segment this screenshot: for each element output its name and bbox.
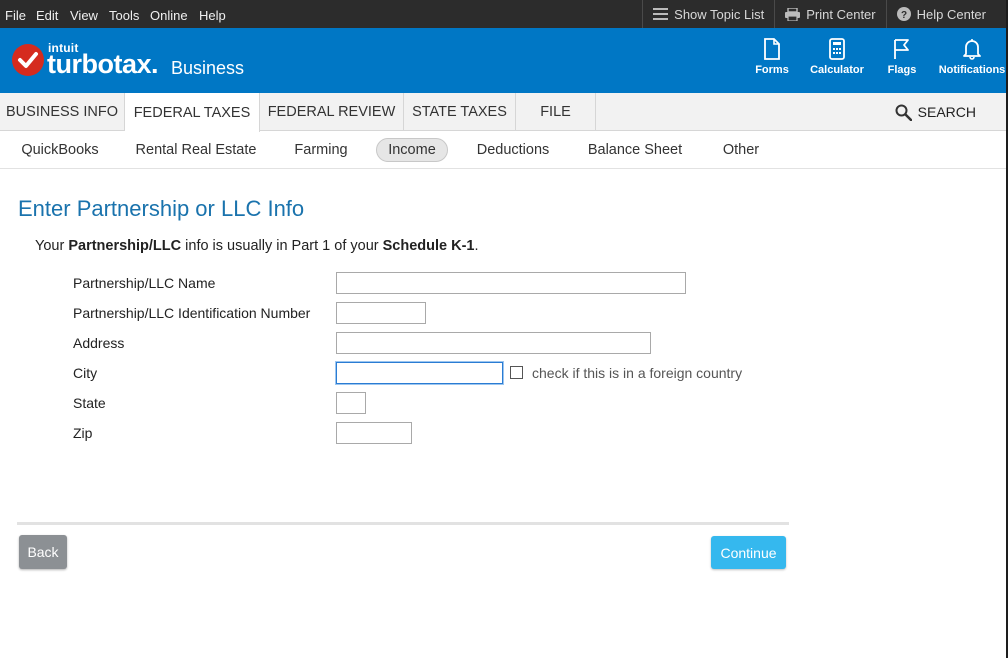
back-button[interactable]: Back [19, 535, 67, 569]
page-title: Enter Partnership or LLC Info [18, 196, 305, 221]
subtab-quickbooks[interactable]: QuickBooks [14, 138, 106, 162]
menu-file[interactable]: File [5, 8, 26, 23]
printer-icon [785, 7, 801, 21]
list-icon [653, 8, 669, 20]
tab-state-taxes[interactable]: STATE TAXES [404, 93, 516, 131]
help-icon: ? [896, 7, 911, 21]
app-header: intuit turbotax. Business Forms Calculat… [0, 28, 1006, 93]
subtab-balance-sheet[interactable]: Balance Sheet [582, 138, 688, 162]
menu-view[interactable]: View [70, 8, 98, 23]
intro-text: Your Partnership/LLC info is usually in … [35, 238, 479, 254]
notifications-label: Notifications [938, 64, 1006, 76]
partnership-ein-label: Partnership/LLC Identification Number [73, 305, 311, 321]
tab-federal-taxes[interactable]: FEDERAL TAXES [125, 93, 260, 132]
menubar-actions: Show Topic List Print Center ? Help Cent… [642, 0, 1008, 28]
intro-mid: info is usually in Part 1 of your [181, 238, 383, 254]
svg-text:?: ? [901, 10, 907, 21]
document-icon [764, 38, 780, 60]
brand-product: Business [171, 58, 245, 78]
forms-label: Forms [755, 64, 789, 76]
help-center-button[interactable]: ? Help Center [885, 0, 1008, 28]
menu-edit[interactable]: Edit [36, 8, 58, 23]
tab-file[interactable]: FILE [516, 93, 596, 131]
intro-end: . [474, 238, 479, 254]
address-input[interactable] [336, 332, 651, 354]
calculator-icon [829, 38, 845, 60]
menu-tools[interactable]: Tools [109, 8, 139, 23]
state-input[interactable] [336, 392, 366, 414]
partnership-name-label: Partnership/LLC Name [73, 275, 216, 291]
tab-business-info[interactable]: BUSINESS INFO [0, 93, 125, 131]
calculator-button[interactable]: Calculator [802, 38, 872, 84]
tab-federal-review[interactable]: FEDERAL REVIEW [260, 93, 404, 131]
flag-icon [894, 39, 909, 59]
forms-button[interactable]: Forms [737, 38, 807, 84]
menu-online[interactable]: Online [150, 8, 188, 23]
footer-divider [17, 522, 789, 525]
city-input[interactable] [336, 362, 503, 384]
search-button[interactable]: SEARCH [895, 93, 976, 131]
zip-label: Zip [73, 425, 93, 441]
bell-icon [963, 39, 981, 60]
sub-tabs: QuickBooks Rental Real Estate Farming In… [0, 131, 1006, 169]
search-label: SEARCH [917, 104, 976, 120]
subtab-farming[interactable]: Farming [288, 138, 354, 162]
state-label: State [73, 395, 106, 411]
flags-button[interactable]: Flags [867, 38, 937, 84]
foreign-country-checkbox[interactable] [510, 366, 523, 379]
main-tabs: BUSINESS INFO FEDERAL TAXES FEDERAL REVI… [0, 93, 1006, 132]
turbotax-check-logo-icon [12, 44, 44, 76]
notifications-button[interactable]: Notifications [937, 38, 1007, 84]
city-label: City [73, 365, 98, 381]
print-center-button[interactable]: Print Center [774, 0, 885, 28]
print-center-label: Print Center [806, 6, 876, 22]
partnership-name-input[interactable] [336, 272, 686, 294]
flags-label: Flags [887, 64, 917, 76]
subtab-income[interactable]: Income [376, 138, 448, 162]
show-topic-list-button[interactable]: Show Topic List [642, 0, 774, 28]
calculator-label: Calculator [810, 64, 864, 76]
intro-schedule-k1: Schedule K-1 [382, 238, 475, 254]
intro-partnership-llc: Partnership/LLC [68, 238, 182, 254]
help-center-label: Help Center [916, 6, 986, 22]
subtab-deductions[interactable]: Deductions [470, 138, 556, 162]
zip-input[interactable] [336, 422, 412, 444]
search-icon [895, 104, 912, 121]
menu-bar: File Edit View Tools Online Help Show To… [0, 0, 1008, 28]
foreign-country-label[interactable]: check if this is in a foreign country [532, 365, 742, 381]
brand-turbotax: turbotax. [47, 49, 159, 79]
menu-help[interactable]: Help [199, 8, 226, 23]
address-label: Address [73, 335, 125, 351]
subtab-rental-real-estate[interactable]: Rental Real Estate [131, 138, 261, 162]
partnership-ein-input[interactable] [336, 302, 426, 324]
intro-pre: Your [35, 238, 69, 254]
show-topic-list-label: Show Topic List [674, 6, 765, 22]
continue-button[interactable]: Continue [711, 536, 786, 569]
subtab-other[interactable]: Other [714, 138, 768, 162]
